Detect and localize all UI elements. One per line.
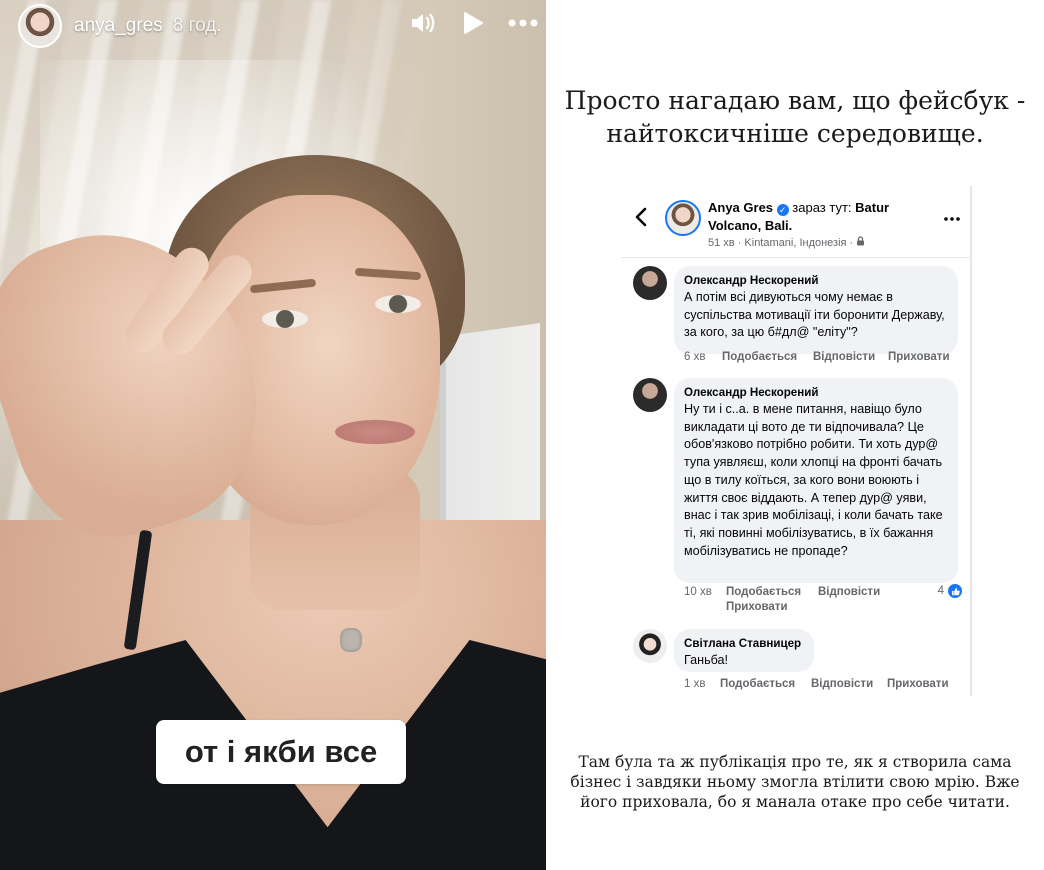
avatar[interactable] xyxy=(665,200,701,236)
avatar[interactable] xyxy=(633,378,667,412)
comment: Світлана Ставницер Ганьба! 1 хв Подобаєт… xyxy=(621,629,972,699)
comment-text: Ганьба! xyxy=(684,653,729,667)
person-eye-left xyxy=(262,310,308,328)
avatar[interactable] xyxy=(633,266,667,300)
like-button[interactable]: Подобається xyxy=(720,678,795,690)
post-header: Anya Gres ✓ зараз тут: Batur Volcano, Ba… xyxy=(621,186,972,258)
hide-button[interactable]: Приховати xyxy=(887,678,949,690)
reply-button[interactable]: Відповісти xyxy=(818,586,880,598)
facebook-post-screenshot: Anya Gres ✓ зараз тут: Batur Volcano, Ba… xyxy=(621,186,972,696)
story-caption: от і якби все xyxy=(156,720,406,784)
reaction-count[interactable]: 4 xyxy=(938,584,962,598)
comment-author[interactable]: Олександр Нескорений xyxy=(684,385,947,401)
story-text-panel: Просто нагадаю вам, що фейсбук - найтокс… xyxy=(546,0,1044,870)
sound-icon[interactable] xyxy=(408,8,438,38)
person-lips xyxy=(335,420,415,444)
story-footer-text: Там була та ж публікація про те, як я ст… xyxy=(570,753,1020,811)
hide-button[interactable]: Приховати xyxy=(726,601,788,613)
comment-time: 10 хв xyxy=(684,586,712,598)
lock-icon xyxy=(856,236,865,249)
necklace-pendant xyxy=(340,628,362,652)
more-icon[interactable] xyxy=(944,208,960,226)
reply-button[interactable]: Відповісти xyxy=(811,678,873,690)
reply-button[interactable]: Відповісти xyxy=(813,351,875,363)
thumbs-up-icon xyxy=(948,584,962,598)
more-icon[interactable] xyxy=(508,8,538,38)
hide-button[interactable]: Приховати xyxy=(888,351,950,363)
comment-text: Ну ти і с..а. в мене питання, навіщо бул… xyxy=(684,402,943,558)
comment: Олександр Нескорений А потім всі дивують… xyxy=(621,266,972,376)
comment-time: 6 хв xyxy=(684,351,706,363)
story-panel[interactable]: anya_gres 8 год. от і якби все xyxy=(0,0,546,870)
comment-bubble: Світлана Ставницер Ганьба! xyxy=(674,629,814,672)
post-author[interactable]: Anya Gres xyxy=(708,200,773,215)
like-button[interactable]: Подобається xyxy=(722,351,797,363)
avatar[interactable] xyxy=(633,629,667,663)
person-eye-right xyxy=(375,295,421,313)
story-time: 8 год. xyxy=(172,15,222,36)
comment-author[interactable]: Олександр Нескорений xyxy=(684,273,947,289)
comment-bubble: Олександр Нескорений Ну ти і с..а. в мен… xyxy=(674,378,958,583)
like-count: 4 xyxy=(937,585,944,597)
avatar[interactable] xyxy=(18,4,62,48)
post-meta: 51 хв · Kintamani, Індонезія · xyxy=(708,236,865,249)
story-username[interactable]: anya_gres xyxy=(74,15,163,37)
post-title: Anya Gres ✓ зараз тут: Batur Volcano, Ba… xyxy=(708,199,923,235)
comment-text: А потім всі дивуються чому немає в суспі… xyxy=(684,290,945,340)
back-arrow-icon[interactable] xyxy=(634,206,648,233)
comment-bubble: Олександр Нескорений А потім всі дивують… xyxy=(674,266,958,354)
verified-icon: ✓ xyxy=(776,204,789,216)
like-button[interactable]: Подобається xyxy=(726,586,801,598)
comment-author[interactable]: Світлана Ставницер xyxy=(684,636,803,652)
story-controls xyxy=(408,8,538,38)
comment-time: 1 хв xyxy=(684,678,706,690)
play-icon[interactable] xyxy=(458,8,488,38)
comment: Олександр Нескорений Ну ти і с..а. в мен… xyxy=(621,378,972,618)
location-prefix: зараз тут: xyxy=(792,200,852,215)
post-meta-text: 51 хв · Kintamani, Індонезія · xyxy=(708,237,854,249)
page-title: Просто нагадаю вам, що фейсбук - найтокс… xyxy=(564,86,1026,148)
